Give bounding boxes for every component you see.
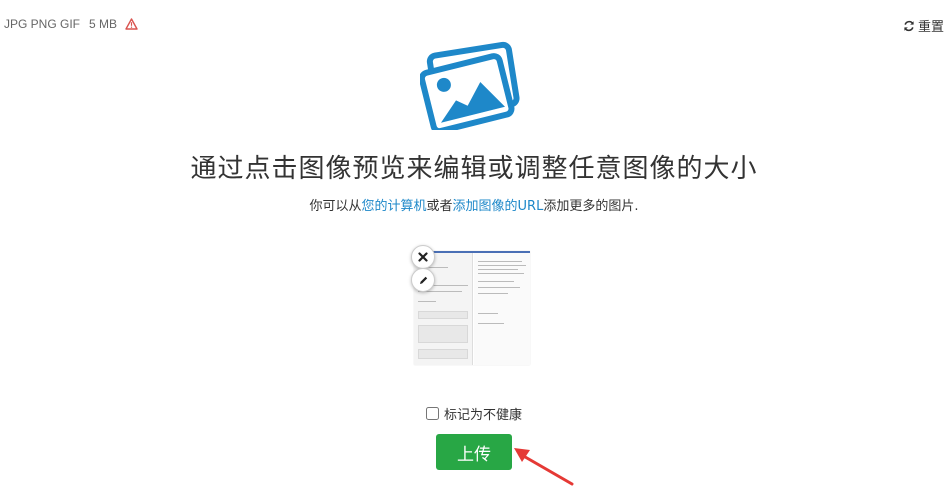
- format-info: JPG PNG GIF 5 MB: [4, 17, 138, 31]
- pointer-arrow-annotation: [514, 448, 574, 486]
- mark-unhealthy-option[interactable]: 标记为不健康: [0, 404, 948, 423]
- from-computer-link[interactable]: 您的计算机: [362, 199, 427, 214]
- mark-unhealthy-label: 标记为不健康: [443, 408, 522, 423]
- page-title: 通过点击图像预览来编辑或调整任意图像的大小: [190, 154, 758, 184]
- remove-image-button[interactable]: [411, 245, 435, 269]
- instructions-prefix: 你可以从: [309, 199, 362, 214]
- max-size: 5 MB: [89, 17, 118, 31]
- accepted-formats: JPG PNG GIF: [4, 17, 81, 31]
- image-preview-thumbnail[interactable]: [414, 251, 530, 365]
- instructions-suffix: 添加更多的图片.: [543, 199, 639, 214]
- add-image-url-link[interactable]: 添加图像的URL: [453, 199, 544, 214]
- instructions: 你可以从您的计算机或者添加图像的URL添加更多的图片.: [0, 195, 948, 214]
- refresh-icon: [904, 20, 914, 31]
- instructions-middle: 或者: [426, 199, 453, 214]
- reset-label: 重置: [917, 19, 944, 34]
- close-icon: [418, 252, 428, 262]
- mark-unhealthy-checkbox[interactable]: [425, 407, 439, 420]
- photos-icon: [420, 41, 520, 130]
- upload-button[interactable]: 上传: [436, 434, 512, 470]
- pencil-icon: [419, 276, 427, 284]
- reset-button[interactable]: 重置: [903, 16, 944, 35]
- warning-triangle-icon: [125, 18, 138, 30]
- edit-image-button[interactable]: [411, 268, 435, 292]
